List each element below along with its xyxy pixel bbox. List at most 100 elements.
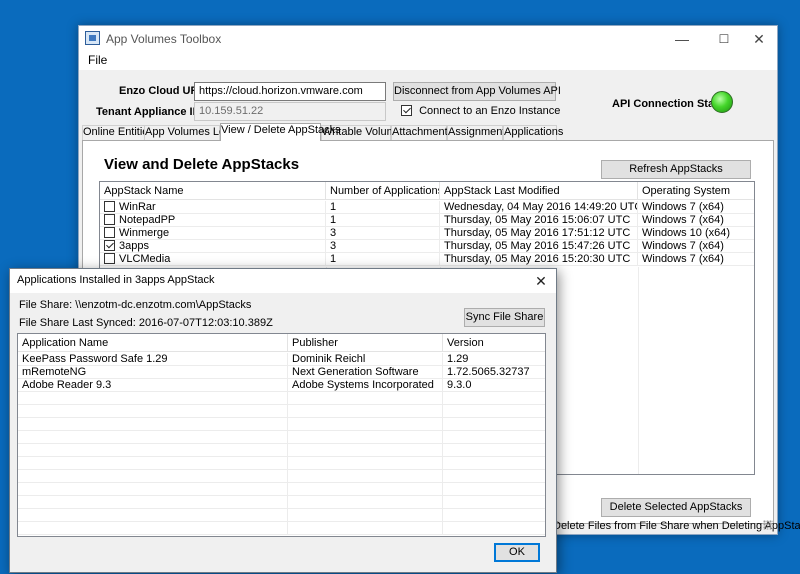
delete-selected-appstacks-button[interactable]: Delete Selected AppStacks xyxy=(601,498,751,517)
application-version-cell: 1.29 xyxy=(447,353,469,365)
application-publisher-cell: Adobe Systems Incorporated xyxy=(288,379,443,392)
maximize-button[interactable]: ☐ xyxy=(704,26,744,52)
empty-row xyxy=(18,522,545,535)
empty-row xyxy=(18,496,545,509)
column-header-publisher[interactable]: Publisher xyxy=(288,334,443,352)
tab-view-delete-appstacks[interactable]: View / Delete AppStacks xyxy=(220,123,341,141)
file-share-line: File Share: \\enzotm-dc.enzotm.com\AppSt… xyxy=(19,299,251,311)
application-publisher-cell xyxy=(288,444,443,457)
empty-row xyxy=(18,470,545,483)
application-name-cell xyxy=(18,405,288,418)
application-publisher-cell: Dominik Reichl xyxy=(288,353,443,366)
dialog-title-bar[interactable]: Applications Installed in 3apps AppStack… xyxy=(10,269,556,293)
close-button[interactable]: ✕ xyxy=(739,26,779,52)
appstack-row[interactable]: VLCMedia 1 Thursday, 05 May 2016 15:20:30 … xyxy=(100,253,754,266)
title-bar[interactable]: App Volumes Toolbox — ☐ ✕ xyxy=(79,26,777,52)
appstack-os-cell: Windows 10 (x64) xyxy=(642,227,731,239)
application-version-cell xyxy=(443,457,545,470)
application-version-cell: 1.72.5065.32737 xyxy=(447,366,530,378)
menu-bar: File xyxy=(79,52,777,70)
resize-grip-icon[interactable] xyxy=(763,520,773,530)
application-publisher-cell xyxy=(288,431,443,444)
applications-dialog: Applications Installed in 3apps AppStack… xyxy=(9,268,557,573)
application-version-cell xyxy=(443,509,545,522)
last-synced-line: File Share Last Synced: 2016-07-07T12:03… xyxy=(19,317,273,329)
appstack-os-cell: Windows 7 (x64) xyxy=(642,214,724,226)
tab-app-volumes-logs[interactable]: App Volumes Logs xyxy=(144,125,237,140)
application-name-cell xyxy=(18,457,288,470)
appstack-select-checkbox[interactable] xyxy=(104,201,115,212)
appstack-count-cell: 1 xyxy=(326,214,440,227)
application-name-cell xyxy=(18,418,288,431)
file-share-value: \\enzotm-dc.enzotm.com\AppStacks xyxy=(75,299,252,311)
appstack-modified-cell: Thursday, 05 May 2016 15:20:30 UTC xyxy=(440,253,638,266)
application-publisher-cell xyxy=(288,483,443,496)
last-synced-value: 2016-07-07T12:03:10.389Z xyxy=(138,317,273,329)
enzo-instance-checkbox[interactable] xyxy=(401,105,412,116)
refresh-appstacks-button[interactable]: Refresh AppStacks xyxy=(601,160,751,179)
application-name-cell xyxy=(18,444,288,457)
appstack-row[interactable]: 3apps 3 Thursday, 05 May 2016 15:47:26 UTC… xyxy=(100,240,754,253)
appstack-os-cell: Windows 7 (x64) xyxy=(642,201,724,213)
enzo-url-input[interactable]: https://cloud.horizon.vmware.com xyxy=(194,82,386,101)
application-version-cell xyxy=(443,483,545,496)
app-icon xyxy=(85,31,100,45)
sync-file-share-button[interactable]: Sync File Share xyxy=(464,308,545,327)
application-name-cell xyxy=(18,483,288,496)
appstack-select-checkbox[interactable] xyxy=(104,227,115,238)
application-row[interactable]: KeePass Password Safe 1.29 Dominik Reichl… xyxy=(18,353,545,366)
application-name-cell: KeePass Password Safe 1.29 xyxy=(18,353,288,366)
application-publisher-cell: Next Generation Software xyxy=(288,366,443,379)
application-version-cell xyxy=(443,418,545,431)
appstack-modified-cell: Thursday, 05 May 2016 15:47:26 UTC xyxy=(440,240,638,253)
disconnect-button[interactable]: Disconnect from App Volumes API xyxy=(393,82,561,101)
column-header-modified[interactable]: AppStack Last Modified xyxy=(440,182,638,200)
appstack-name: NotepadPP xyxy=(119,214,176,226)
column-header-application-name[interactable]: Application Name xyxy=(18,334,288,352)
application-version-cell xyxy=(443,405,545,418)
minimize-button[interactable]: — xyxy=(662,26,702,52)
appstack-os-cell: Windows 7 (x64) xyxy=(642,240,724,252)
tenant-ip-input[interactable]: 10.159.51.22 xyxy=(194,102,386,121)
appstack-row[interactable]: NotepadPP 1 Thursday, 05 May 2016 15:06:07… xyxy=(100,214,754,227)
empty-row xyxy=(18,431,545,444)
empty-row xyxy=(18,418,545,431)
application-name-cell xyxy=(18,392,288,405)
enzo-instance-option[interactable]: Connect to an Enzo Instance xyxy=(401,105,560,117)
application-name-cell: mRemoteNG xyxy=(18,366,288,379)
appstack-select-checkbox[interactable] xyxy=(104,253,115,264)
column-header-count[interactable]: Number of Applications xyxy=(326,182,440,200)
appstack-count-cell: 1 xyxy=(326,253,440,266)
application-version-cell xyxy=(443,392,545,405)
applications-grid[interactable]: Application Name Publisher Version KeePa… xyxy=(17,333,546,537)
column-header-name[interactable]: AppStack Name xyxy=(100,182,326,200)
application-name-cell xyxy=(18,496,288,509)
dialog-close-button[interactable]: ✕ xyxy=(526,269,556,293)
appstack-name-cell: NotepadPP xyxy=(100,214,326,227)
empty-row xyxy=(18,444,545,457)
appstack-name: Winmerge xyxy=(119,227,170,239)
appstack-name-cell: Winmerge xyxy=(100,227,326,240)
column-header-os[interactable]: Operating System xyxy=(638,182,754,200)
menu-file[interactable]: File xyxy=(88,52,107,68)
dialog-title: Applications Installed in 3apps AppStack xyxy=(17,274,215,286)
application-row[interactable]: Adobe Reader 9.3 Adobe Systems Incorporat… xyxy=(18,379,545,392)
application-publisher-cell xyxy=(288,509,443,522)
tab-assignments[interactable]: Assignments xyxy=(447,125,511,140)
tab-online-entities[interactable]: Online Entities xyxy=(82,125,154,140)
column-header-version[interactable]: Version xyxy=(443,334,545,352)
tab-attachments[interactable]: Attachments xyxy=(391,125,453,140)
tab-applications[interactable]: Applications xyxy=(503,125,563,140)
dialog-grid-header: Application Name Publisher Version xyxy=(18,334,545,352)
application-row[interactable]: mRemoteNG Next Generation Software 1.72.50… xyxy=(18,366,545,379)
appstack-row[interactable]: WinRar 1 Wednesday, 04 May 2016 14:49:20 U… xyxy=(100,201,754,214)
application-name-cell xyxy=(18,522,288,535)
appstack-os-cell: Windows 7 (x64) xyxy=(642,253,724,265)
empty-row xyxy=(18,509,545,522)
application-publisher-cell xyxy=(288,522,443,535)
appstack-select-checkbox[interactable] xyxy=(104,240,115,251)
appstack-row[interactable]: Winmerge 3 Thursday, 05 May 2016 17:51:12 … xyxy=(100,227,754,240)
ok-button[interactable]: OK xyxy=(494,543,540,562)
appstack-select-checkbox[interactable] xyxy=(104,214,115,225)
application-publisher-cell xyxy=(288,470,443,483)
